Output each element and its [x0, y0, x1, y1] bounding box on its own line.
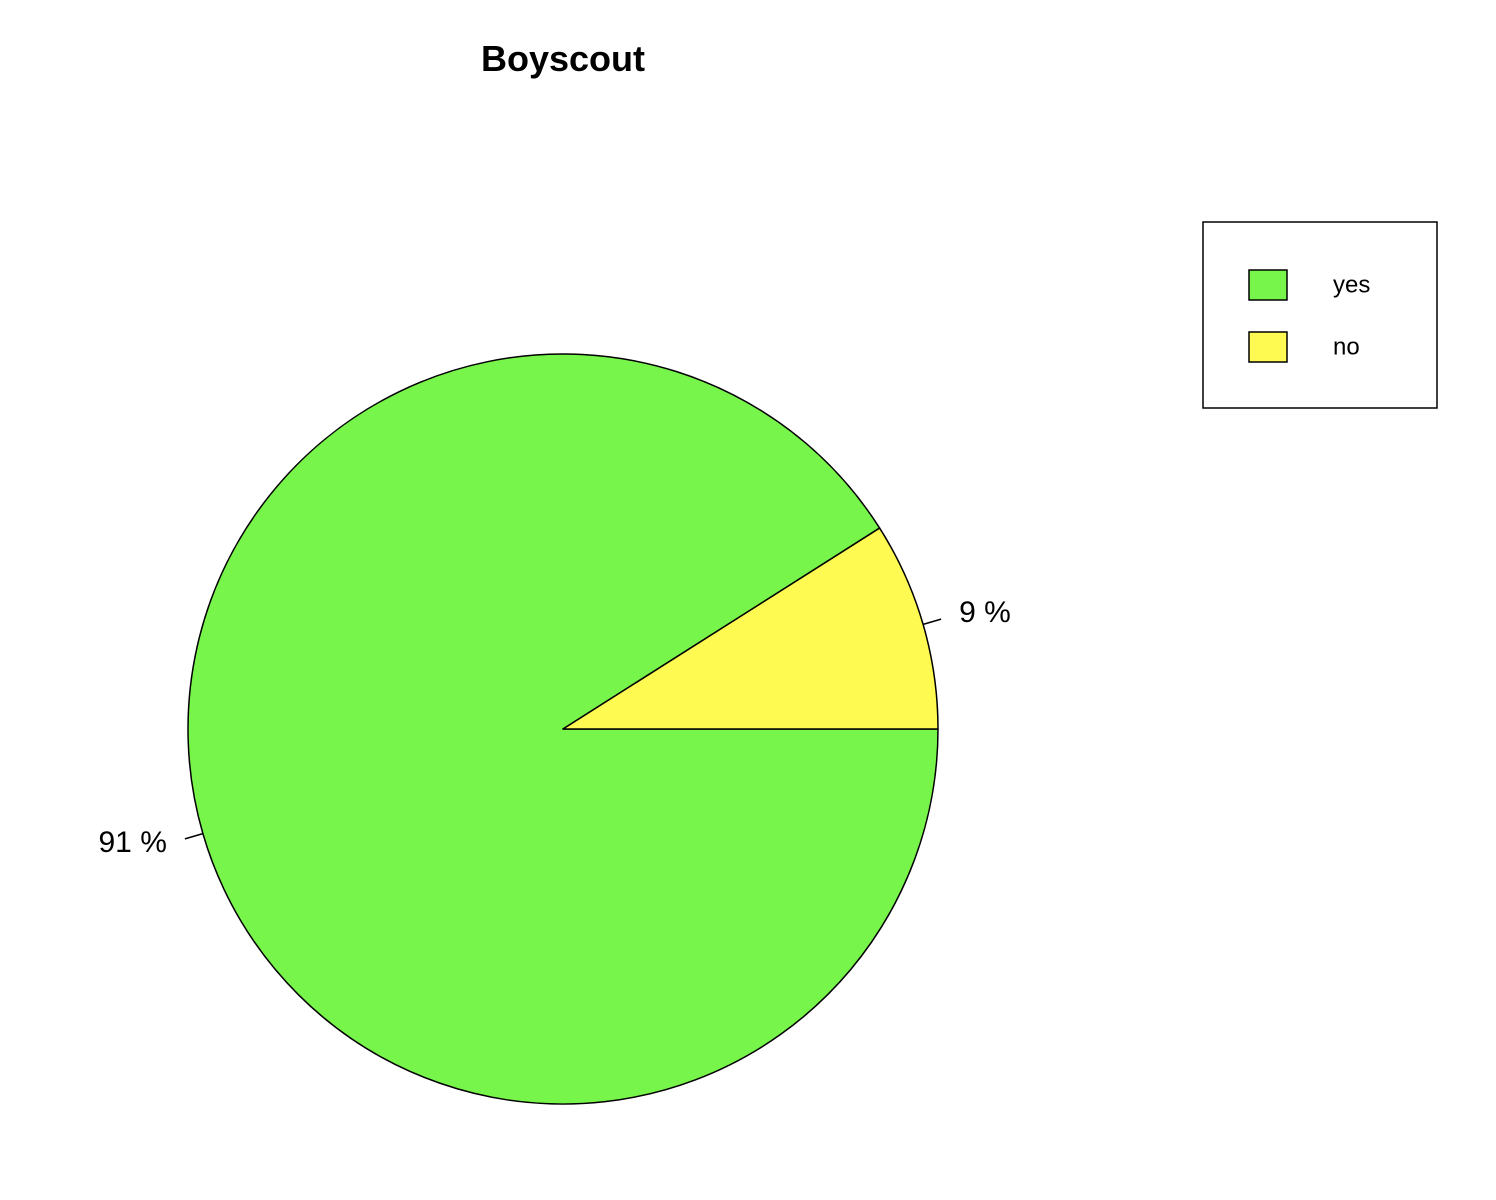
slice-label-yes: 91 % [98, 826, 166, 859]
slice-label-no: 9 % [959, 596, 1011, 629]
legend-swatch-yes [1248, 269, 1288, 301]
pie-chart: Boyscout 91 % 9 % yes no [98, 38, 1438, 1105]
slice-label-tick-no [922, 618, 942, 626]
legend-box [1202, 221, 1438, 409]
slice-label-tick-yes [184, 832, 204, 840]
pie-slices [187, 353, 939, 1105]
legend-swatch-no [1248, 331, 1288, 363]
legend-label-no: no [1333, 333, 1360, 360]
chart-title: Boyscout [481, 38, 645, 79]
legend: yes no [1202, 221, 1438, 409]
legend-label-yes: yes [1333, 271, 1370, 298]
